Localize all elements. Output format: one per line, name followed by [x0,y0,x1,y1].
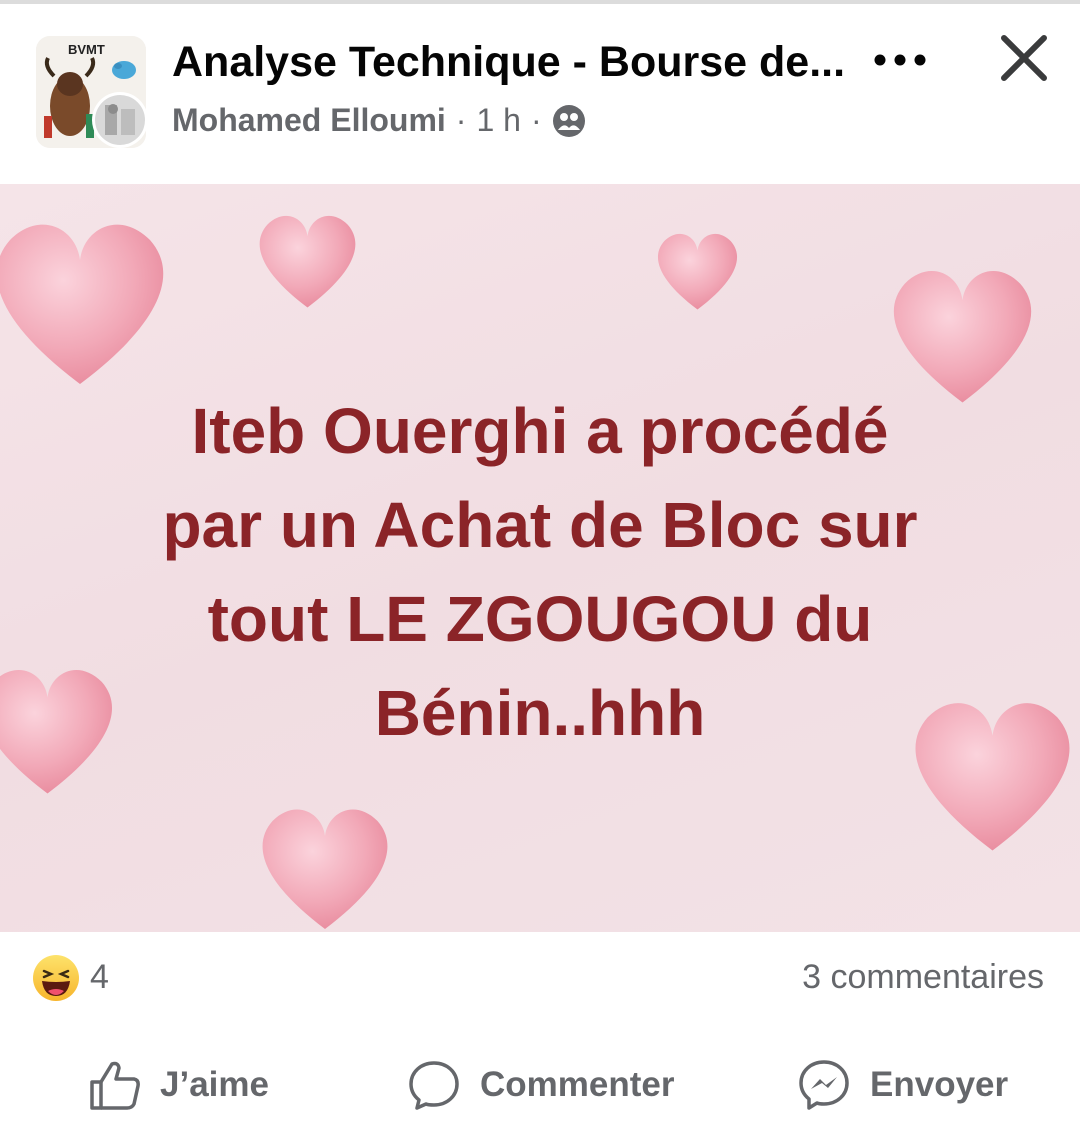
group-audience-icon [552,104,585,137]
comment-label: Commenter [480,1065,675,1104]
close-button[interactable] [996,30,1052,86]
thumbs-up-icon [90,1061,140,1110]
send-label: Envoyer [870,1065,1009,1104]
haha-emoji-icon[interactable] [32,954,80,1002]
group-avatar-text: BVMT [68,42,105,57]
meta-separator: · [530,102,542,138]
comments-count[interactable]: 3 commentaires [802,958,1044,997]
caption-line: Bénin..hhh [374,677,706,749]
author-avatar[interactable] [92,92,148,148]
caption-line: Iteb Ouerghi a procédé [191,395,889,467]
post-image[interactable]: Iteb Ouerghi a procédé par un Achat de B… [0,184,1080,932]
more-options-button[interactable] [868,40,932,80]
close-icon [1001,35,1047,81]
author-photo-icon [95,95,145,145]
messenger-icon [799,1060,849,1110]
post-meta: Mohamed Elloumi · 1 h · [172,102,586,139]
post-header [0,4,1080,184]
group-title[interactable]: Analyse Technique - Bourse de... [172,38,845,87]
like-label: J’aime [160,1065,269,1104]
send-button[interactable]: Envoyer [796,1050,1008,1120]
like-button[interactable]: J’aime [88,1050,269,1120]
meta-separator: · [455,102,467,138]
author-name[interactable]: Mohamed Elloumi [172,102,446,139]
reaction-count[interactable]: 4 [90,958,109,997]
image-caption: Iteb Ouerghi a procédé par un Achat de B… [40,384,1040,760]
post-time[interactable]: 1 h [476,102,520,139]
comment-button[interactable]: Commenter [406,1050,674,1120]
more-dots-icon [874,54,926,66]
comment-bubble-icon [409,1061,459,1110]
caption-line: tout LE ZGOUGOU du [207,583,873,655]
caption-line: par un Achat de Bloc sur [162,489,918,561]
